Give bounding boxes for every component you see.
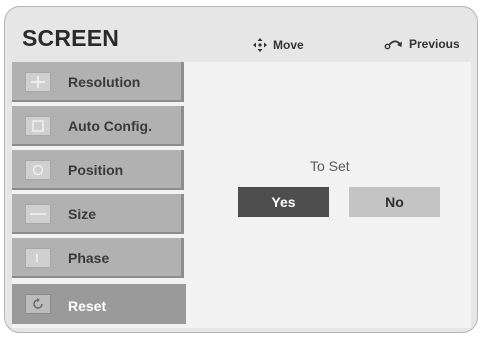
auto-config-icon bbox=[25, 116, 51, 136]
move-hint-label: Move bbox=[273, 38, 304, 52]
size-icon bbox=[25, 204, 51, 224]
move-hint: Move bbox=[252, 37, 304, 53]
previous-hint-label: Previous bbox=[409, 37, 460, 51]
to-set-prompt: To Set bbox=[310, 158, 350, 174]
position-icon bbox=[25, 160, 51, 180]
phase-icon bbox=[25, 248, 51, 268]
menu-item-label: Size bbox=[68, 206, 97, 222]
menu-item-size[interactable]: Size bbox=[12, 194, 184, 234]
no-button[interactable]: No bbox=[349, 187, 440, 217]
four-way-arrows-icon bbox=[252, 37, 268, 53]
menu-item-label: Reset bbox=[68, 298, 107, 314]
resolution-icon bbox=[25, 72, 51, 92]
reset-icon bbox=[25, 294, 51, 314]
menu-title: SCREEN bbox=[22, 25, 120, 51]
menu-item-position[interactable]: Position bbox=[12, 150, 184, 190]
yes-button[interactable]: Yes bbox=[238, 187, 329, 217]
menu-item-reset[interactable]: Reset bbox=[12, 284, 186, 324]
return-arrow-icon bbox=[384, 38, 404, 50]
previous-hint: Previous bbox=[384, 37, 460, 51]
menu-item-auto-config[interactable]: Auto Config. bbox=[12, 106, 184, 146]
menu-item-resolution[interactable]: Resolution bbox=[12, 62, 184, 102]
menu-item-label: Phase bbox=[68, 250, 110, 266]
menu-item-label: Auto Config. bbox=[68, 118, 152, 134]
menu-item-label: Resolution bbox=[68, 74, 141, 90]
menu-item-label: Position bbox=[68, 162, 124, 178]
menu-item-phase[interactable]: Phase bbox=[12, 238, 184, 278]
